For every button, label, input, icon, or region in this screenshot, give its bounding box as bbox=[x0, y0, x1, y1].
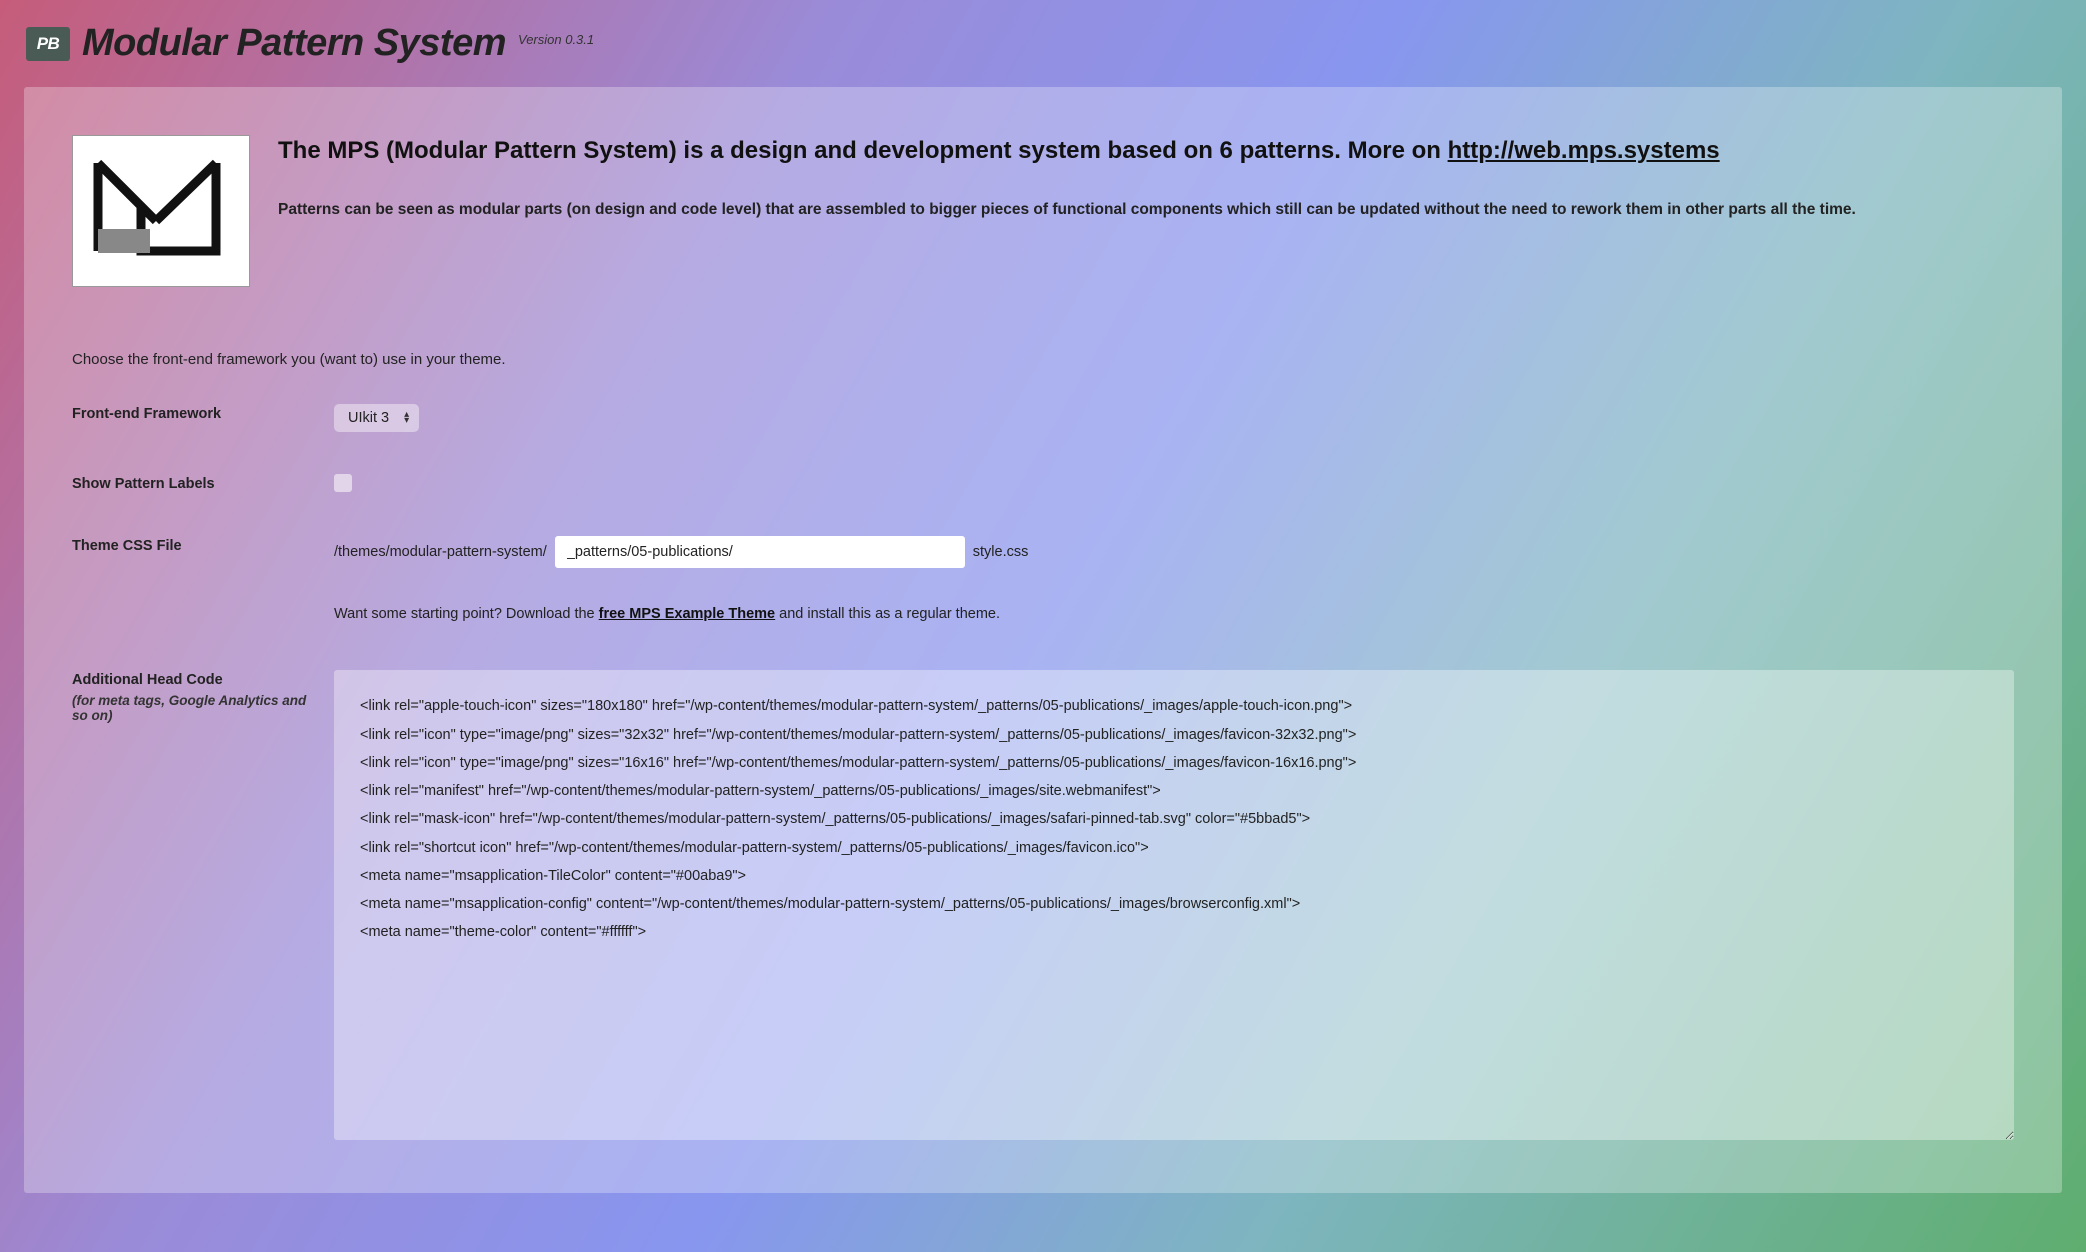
css-label: Theme CSS File bbox=[72, 536, 310, 556]
css-row: Theme CSS File /themes/modular-pattern-s… bbox=[72, 536, 2014, 622]
intro-link[interactable]: http://web.mps.systems bbox=[1448, 137, 1720, 164]
mps-logo-icon bbox=[86, 151, 236, 271]
intro-description: Patterns can be seen as modular parts (o… bbox=[278, 199, 2014, 221]
intro-section: The MPS (Modular Pattern System) is a de… bbox=[72, 135, 2014, 287]
page-title: Modular Pattern System bbox=[82, 22, 506, 65]
css-prefix: /themes/modular-pattern-system/ bbox=[334, 544, 547, 560]
framework-select-value: UIkit 3 bbox=[348, 410, 389, 426]
labels-row: Show Pattern Labels bbox=[72, 474, 2014, 494]
head-code-row: Additional Head Code (for meta tags, Goo… bbox=[72, 670, 2014, 1145]
select-caret-icon: ▴▾ bbox=[404, 412, 409, 424]
hint-text: Want some starting point? Download the f… bbox=[334, 606, 2014, 622]
head-code-textarea[interactable] bbox=[334, 670, 2014, 1140]
intro-lead: The MPS (Modular Pattern System) is a de… bbox=[278, 135, 2014, 167]
framework-select[interactable]: UIkit 3 ▴▾ bbox=[334, 404, 419, 432]
version-label: Version 0.3.1 bbox=[518, 32, 594, 47]
labels-label: Show Pattern Labels bbox=[72, 474, 310, 494]
page-header: PB Modular Pattern System Version 0.3.1 bbox=[0, 0, 2086, 87]
css-suffix: style.css bbox=[973, 544, 1029, 560]
framework-label: Front-end Framework bbox=[72, 404, 310, 424]
pb-badge: PB bbox=[26, 27, 70, 61]
css-path-input[interactable] bbox=[555, 536, 965, 568]
mps-logo bbox=[72, 135, 250, 287]
head-code-sublabel: (for meta tags, Google Analytics and so … bbox=[72, 693, 310, 723]
framework-row: Front-end Framework UIkit 3 ▴▾ bbox=[72, 404, 2014, 432]
head-code-label: Additional Head Code bbox=[72, 670, 310, 690]
framework-choose-text: Choose the front-end framework you (want… bbox=[72, 351, 2014, 368]
labels-checkbox[interactable] bbox=[334, 474, 352, 492]
example-theme-link[interactable]: free MPS Example Theme bbox=[599, 606, 776, 622]
hint-pre: Want some starting point? Download the bbox=[334, 606, 599, 622]
main-panel: The MPS (Modular Pattern System) is a de… bbox=[24, 87, 2062, 1193]
hint-post: and install this as a regular theme. bbox=[775, 606, 1000, 622]
intro-lead-text: The MPS (Modular Pattern System) is a de… bbox=[278, 137, 1448, 164]
